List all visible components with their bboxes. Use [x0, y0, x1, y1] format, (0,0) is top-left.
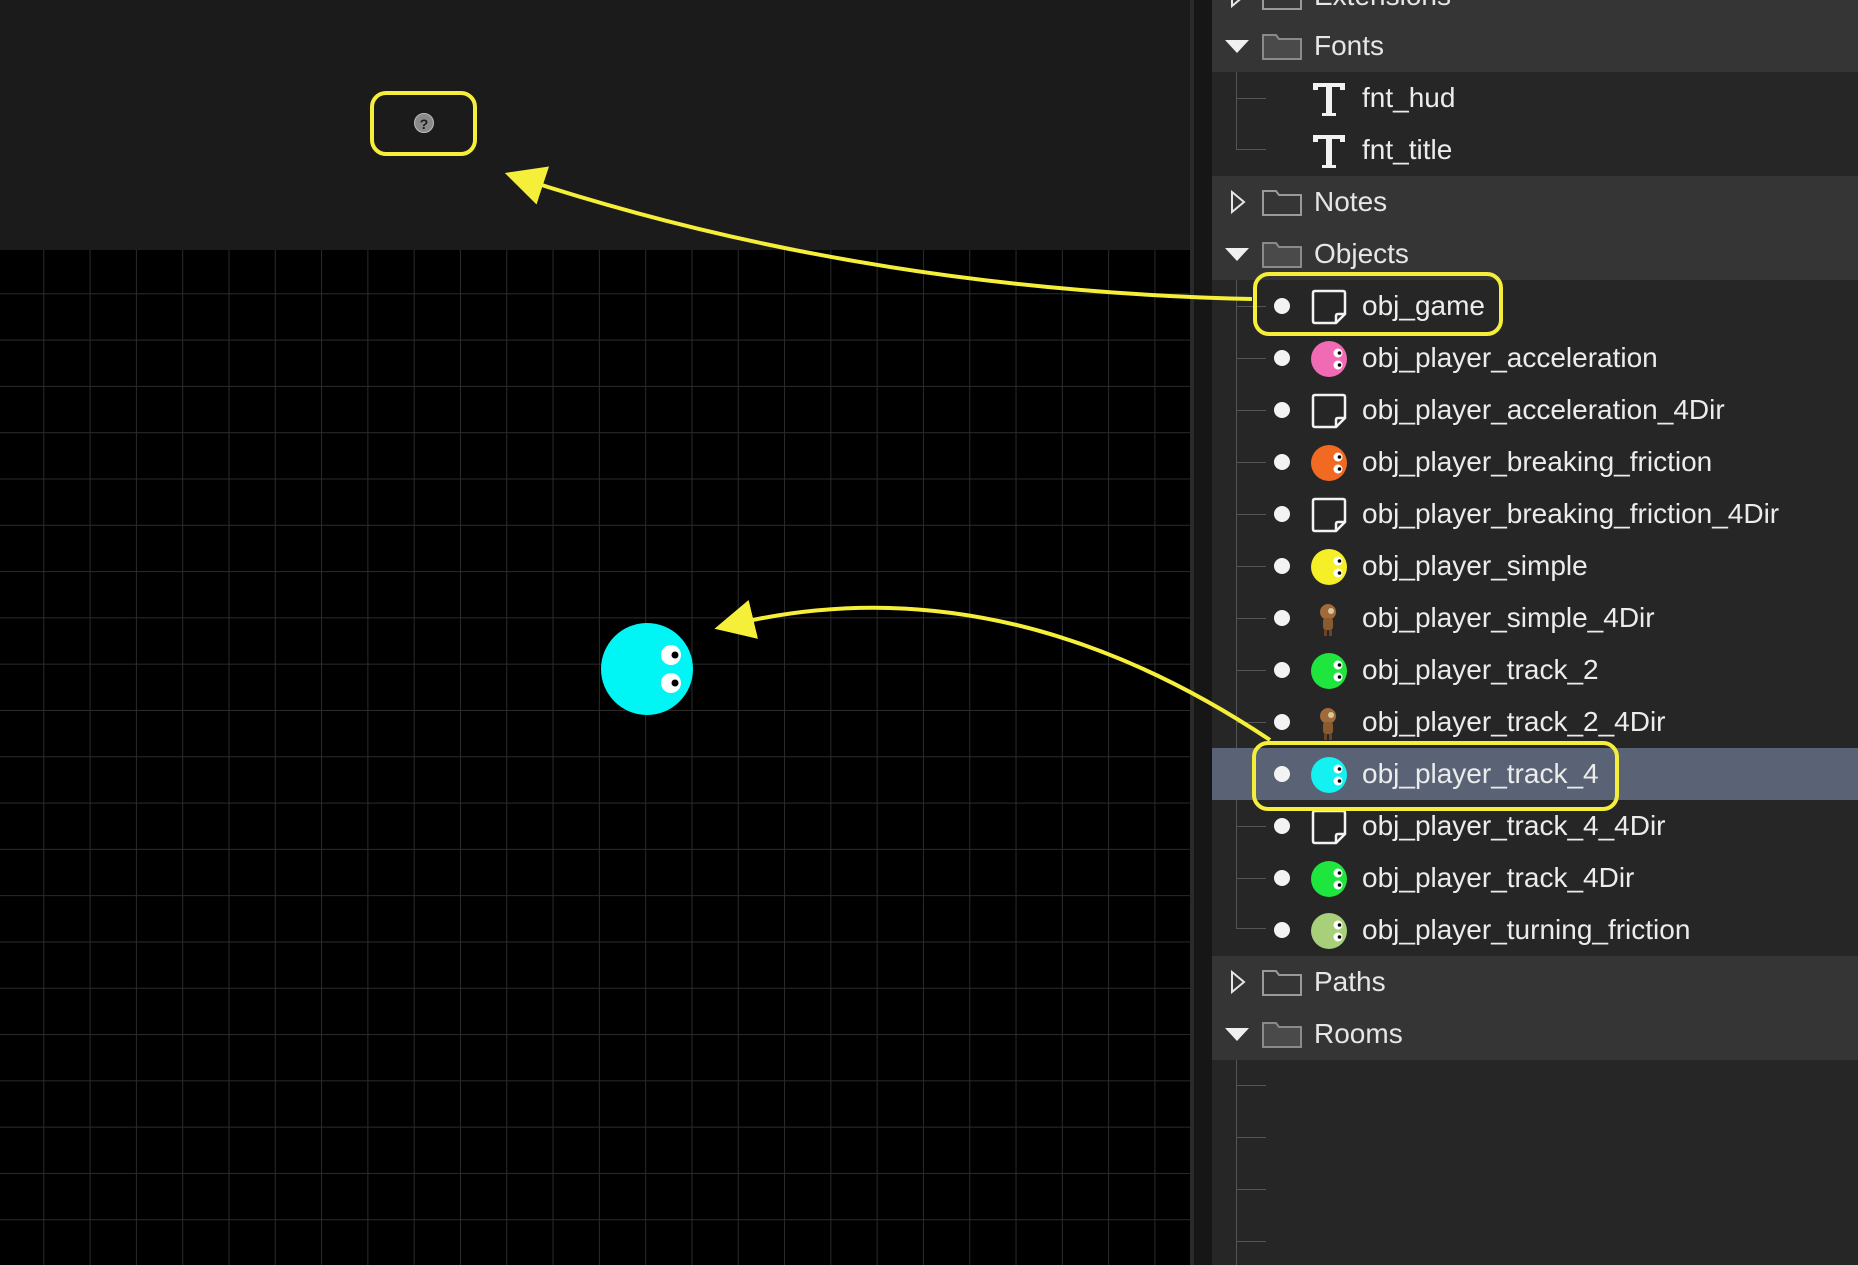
- blank-sprite-icon: [1311, 809, 1347, 845]
- object-item-obj-player-track-2-4dir[interactable]: obj_player_track_2_4Dir: [1212, 696, 1858, 748]
- orange-face-icon: [1311, 445, 1347, 481]
- folder-label: Rooms: [1314, 1018, 1403, 1049]
- object-item-obj-player-breaking-friction[interactable]: obj_player_breaking_friction: [1212, 436, 1858, 488]
- object-item-obj-player-simple[interactable]: obj_player_simple: [1212, 540, 1858, 592]
- expand-arrow-icon[interactable]: [1224, 189, 1250, 215]
- object-item-obj-player-track-4[interactable]: obj_player_track_4: [1212, 748, 1858, 800]
- visibility-dot-icon[interactable]: [1274, 298, 1290, 314]
- blank-sprite-icon: [1311, 289, 1347, 325]
- visibility-dot-icon[interactable]: [1274, 402, 1290, 418]
- collapse-arrow-icon[interactable]: [1224, 1021, 1250, 1047]
- unknown-object-instance-icon[interactable]: ?: [414, 113, 434, 133]
- font-item-label: fnt_hud: [1362, 82, 1456, 113]
- blank-sprite-icon: [1311, 393, 1347, 429]
- panel-gutter: [1194, 0, 1212, 1265]
- object-item-label: obj_player_simple_4Dir: [1362, 602, 1655, 633]
- object-item-obj-player-simple-4dir[interactable]: obj_player_simple_4Dir: [1212, 592, 1858, 644]
- tree-guide-rooms: [1236, 1060, 1237, 1265]
- object-item-label: obj_player_track_2: [1362, 654, 1599, 685]
- visibility-dot-icon[interactable]: [1274, 350, 1290, 366]
- tree-guide: [1236, 1137, 1266, 1138]
- object-item-obj-player-track-4-4dir[interactable]: obj_player_track_4_4Dir: [1212, 800, 1858, 852]
- folder-label: Objects: [1314, 238, 1409, 269]
- font-item-fnt-hud[interactable]: fnt_hud: [1212, 72, 1858, 124]
- visibility-dot-icon[interactable]: [1274, 818, 1290, 834]
- character-sprite-icon: [1320, 708, 1336, 740]
- tree-guide: [1236, 1241, 1266, 1242]
- character-sprite-icon: [1320, 604, 1336, 636]
- visibility-dot-icon[interactable]: [1274, 506, 1290, 522]
- object-item-obj-game[interactable]: obj_game: [1212, 280, 1858, 332]
- expand-arrow-icon[interactable]: [1224, 969, 1250, 995]
- folder-rooms[interactable]: Rooms: [1212, 1008, 1858, 1060]
- visibility-dot-icon[interactable]: [1274, 454, 1290, 470]
- object-item-label: obj_player_track_4Dir: [1362, 862, 1635, 893]
- font-item-label: fnt_title: [1362, 134, 1453, 165]
- folder-icon: [1262, 0, 1302, 10]
- visibility-dot-icon[interactable]: [1274, 870, 1290, 886]
- tree-guide: [1236, 1189, 1266, 1190]
- folder-label: Extensions: [1314, 0, 1451, 13]
- folder-open-icon: [1262, 34, 1302, 60]
- object-item-label: obj_player_track_4: [1362, 758, 1599, 789]
- visibility-dot-icon[interactable]: [1274, 610, 1290, 626]
- visibility-dot-icon[interactable]: [1274, 714, 1290, 730]
- object-item-label: obj_player_breaking_friction_4Dir: [1362, 498, 1780, 529]
- object-item-label: obj_player_acceleration_4Dir: [1362, 394, 1725, 425]
- object-item-label: obj_player_breaking_friction: [1362, 446, 1713, 477]
- folder-objects[interactable]: Objects: [1212, 228, 1858, 280]
- object-item-obj-player-turning-friction[interactable]: obj_player_turning_friction: [1212, 904, 1858, 956]
- font-item-fnt-title[interactable]: fnt_title: [1212, 124, 1858, 176]
- folder-label: Notes: [1314, 186, 1388, 217]
- folder-notes[interactable]: Notes: [1212, 176, 1858, 228]
- object-item-obj-player-acceleration[interactable]: obj_player_acceleration: [1212, 332, 1858, 384]
- yellow-face-icon: [1311, 549, 1347, 585]
- object-item-label: obj_player_turning_friction: [1362, 914, 1691, 945]
- folder-open-icon: [1262, 242, 1302, 268]
- room-editor-top-area[interactable]: [0, 0, 1192, 250]
- object-item-label: obj_player_simple: [1362, 550, 1588, 581]
- object-item-label: obj_player_track_4_4Dir: [1362, 810, 1666, 841]
- asset-browser-panel[interactable]: Extensions Fonts fnt_hud fnt_title Notes…: [1212, 0, 1858, 1265]
- folder-open-icon: [1262, 1022, 1302, 1048]
- folder-label: Fonts: [1314, 30, 1385, 61]
- folder-label: Paths: [1314, 966, 1386, 997]
- object-item-obj-player-breaking-friction-4dir[interactable]: obj_player_breaking_friction_4Dir: [1212, 488, 1858, 540]
- visibility-dot-icon[interactable]: [1274, 662, 1290, 678]
- olive-face-icon: [1311, 913, 1347, 949]
- cyan-face-icon: [1311, 757, 1347, 793]
- object-item-label: obj_player_track_2_4Dir: [1362, 706, 1666, 737]
- folder-extensions[interactable]: Extensions: [1212, 0, 1858, 20]
- green-face-icon: [1311, 861, 1347, 897]
- object-item-obj-player-track-4dir[interactable]: obj_player_track_4Dir: [1212, 852, 1858, 904]
- room-canvas-grid[interactable]: [0, 250, 1190, 1265]
- visibility-dot-icon[interactable]: [1274, 766, 1290, 782]
- object-item-label: obj_player_acceleration: [1362, 342, 1658, 373]
- font-icon: [1313, 83, 1345, 116]
- object-item-obj-player-track-2[interactable]: obj_player_track_2: [1212, 644, 1858, 696]
- object-item-label: obj_game: [1362, 290, 1485, 321]
- collapse-arrow-icon[interactable]: [1224, 33, 1250, 59]
- object-item-obj-player-acceleration-4dir[interactable]: obj_player_acceleration_4Dir: [1212, 384, 1858, 436]
- folder-icon: [1262, 190, 1302, 216]
- green-face-icon: [1311, 653, 1347, 689]
- player-body: [601, 623, 693, 715]
- blank-sprite-icon: [1311, 497, 1347, 533]
- tree-guide: [1236, 1085, 1266, 1086]
- font-icon: [1313, 135, 1345, 168]
- expand-arrow-icon[interactable]: [1224, 0, 1250, 9]
- folder-icon: [1262, 970, 1302, 996]
- visibility-dot-icon[interactable]: [1274, 922, 1290, 938]
- visibility-dot-icon[interactable]: [1274, 558, 1290, 574]
- folder-paths[interactable]: Paths: [1212, 956, 1858, 1008]
- player-track-4-instance[interactable]: [600, 622, 694, 716]
- collapse-arrow-icon[interactable]: [1224, 241, 1250, 267]
- folder-fonts[interactable]: Fonts: [1212, 20, 1858, 72]
- pink-face-icon: [1311, 341, 1347, 377]
